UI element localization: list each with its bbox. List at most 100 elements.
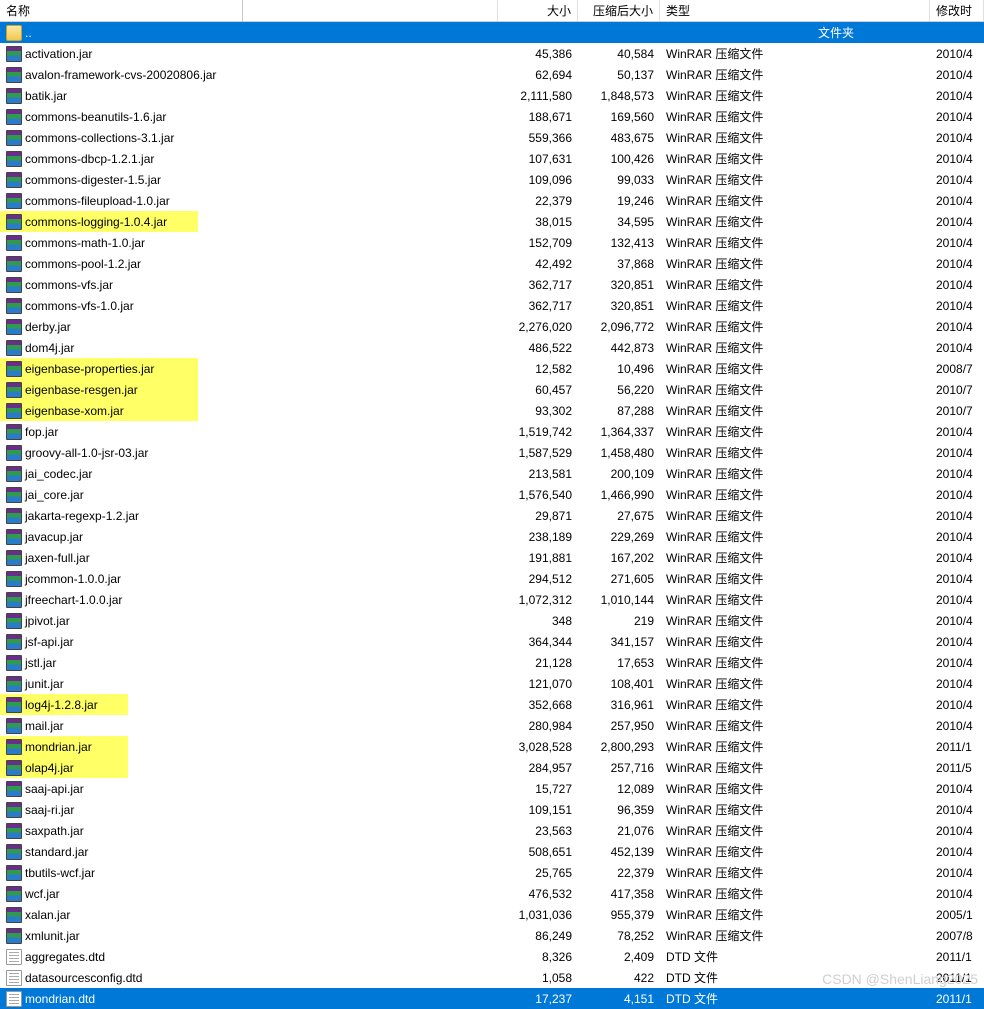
file-row[interactable]: fop.jar1,519,7421,364,337WinRAR 压缩文件2010… — [0, 421, 984, 442]
file-packed-size: 483,675 — [578, 129, 660, 147]
file-packed-size: 27,675 — [578, 507, 660, 525]
file-date: 2007/8 — [930, 927, 984, 945]
file-row[interactable]: eigenbase-xom.jar93,30287,288WinRAR 压缩文件… — [0, 400, 984, 421]
file-size: 348 — [498, 612, 578, 630]
file-row[interactable]: javacup.jar238,189229,269WinRAR 压缩文件2010… — [0, 526, 984, 547]
file-row[interactable]: saaj-api.jar15,72712,089WinRAR 压缩文件2010/… — [0, 778, 984, 799]
file-row[interactable]: xalan.jar1,031,036955,379WinRAR 压缩文件2005… — [0, 904, 984, 925]
file-type: WinRAR 压缩文件 — [660, 757, 930, 778]
file-row[interactable]: dom4j.jar486,522442,873WinRAR 压缩文件2010/4 — [0, 337, 984, 358]
file-row[interactable]: commons-digester-1.5.jar109,09699,033Win… — [0, 169, 984, 190]
file-row[interactable]: mail.jar280,984257,950WinRAR 压缩文件2010/4 — [0, 715, 984, 736]
file-row[interactable]: commons-logging-1.0.4.jar38,01534,595Win… — [0, 211, 984, 232]
file-icon — [6, 991, 22, 1007]
column-header-size[interactable]: 大小 — [498, 0, 578, 21]
file-row[interactable]: commons-beanutils-1.6.jar188,671169,560W… — [0, 106, 984, 127]
file-row[interactable]: wcf.jar476,532417,358WinRAR 压缩文件2010/4 — [0, 883, 984, 904]
file-type: WinRAR 压缩文件 — [660, 736, 930, 757]
file-row[interactable]: saaj-ri.jar109,15196,359WinRAR 压缩文件2010/… — [0, 799, 984, 820]
file-size: 1,519,742 — [498, 423, 578, 441]
file-name: saaj-api.jar — [25, 782, 84, 796]
file-type: WinRAR 压缩文件 — [660, 400, 930, 421]
column-header-date[interactable]: 修改时 — [930, 0, 984, 21]
file-size: 1,058 — [498, 969, 578, 987]
column-header-type[interactable]: 类型 — [660, 0, 930, 21]
file-type: WinRAR 压缩文件 — [660, 778, 930, 799]
file-packed-size: 10,496 — [578, 360, 660, 378]
archive-icon — [6, 319, 22, 335]
file-type: WinRAR 压缩文件 — [660, 547, 930, 568]
file-row[interactable]: standard.jar508,651452,139WinRAR 压缩文件201… — [0, 841, 984, 862]
file-row[interactable]: mondrian.jar3,028,5282,800,293WinRAR 压缩文… — [0, 736, 984, 757]
file-row[interactable]: jstl.jar21,12817,653WinRAR 压缩文件2010/4 — [0, 652, 984, 673]
file-row[interactable]: batik.jar2,111,5801,848,573WinRAR 压缩文件20… — [0, 85, 984, 106]
file-row[interactable]: activation.jar45,38640,584WinRAR 压缩文件201… — [0, 43, 984, 64]
file-row[interactable]: saxpath.jar23,56321,076WinRAR 压缩文件2010/4 — [0, 820, 984, 841]
file-row[interactable]: eigenbase-resgen.jar60,45756,220WinRAR 压… — [0, 379, 984, 400]
archive-icon — [6, 697, 22, 713]
file-type: WinRAR 压缩文件 — [660, 715, 930, 736]
file-packed-size: 4,151 — [578, 990, 660, 1008]
file-size: 62,694 — [498, 66, 578, 84]
file-name: jcommon-1.0.0.jar — [25, 572, 121, 586]
file-row[interactable]: tbutils-wcf.jar25,76522,379WinRAR 压缩文件20… — [0, 862, 984, 883]
file-row[interactable]: jsf-api.jar364,344341,157WinRAR 压缩文件2010… — [0, 631, 984, 652]
archive-icon — [6, 550, 22, 566]
file-row[interactable]: groovy-all-1.0-jsr-03.jar1,587,5291,458,… — [0, 442, 984, 463]
file-size: 294,512 — [498, 570, 578, 588]
file-row[interactable]: commons-dbcp-1.2.1.jar107,631100,426WinR… — [0, 148, 984, 169]
file-date: 2005/1 — [930, 906, 984, 924]
file-row[interactable]: jcommon-1.0.0.jar294,512271,605WinRAR 压缩… — [0, 568, 984, 589]
file-row[interactable]: aggregates.dtd8,3262,409DTD 文件2011/1 — [0, 946, 984, 967]
file-date: 2010/4 — [930, 570, 984, 588]
column-header-packed[interactable]: 压缩后大小 — [578, 0, 660, 21]
file-row[interactable]: eigenbase-properties.jar12,58210,496WinR… — [0, 358, 984, 379]
archive-icon — [6, 340, 22, 356]
file-date: 2011/5 — [930, 759, 984, 777]
file-row[interactable]: jakarta-regexp-1.2.jar29,87127,675WinRAR… — [0, 505, 984, 526]
file-row[interactable]: olap4j.jar284,957257,716WinRAR 压缩文件2011/… — [0, 757, 984, 778]
file-row[interactable]: commons-fileupload-1.0.jar22,37919,246Wi… — [0, 190, 984, 211]
file-row[interactable]: datasourcesconfig.dtd1,058422DTD 文件2011/… — [0, 967, 984, 988]
file-size: 21,128 — [498, 654, 578, 672]
file-row[interactable]: derby.jar2,276,0202,096,772WinRAR 压缩文件20… — [0, 316, 984, 337]
parent-folder-row[interactable]: .. 文件夹 — [0, 22, 984, 43]
file-row[interactable]: avalon-framework-cvs-20020806.jar62,6945… — [0, 64, 984, 85]
column-header-name[interactable]: 名称 — [0, 0, 498, 21]
file-row[interactable]: mondrian.dtd17,2374,151DTD 文件2011/1 — [0, 988, 984, 1009]
file-name: jpivot.jar — [25, 614, 70, 628]
file-type: WinRAR 压缩文件 — [660, 505, 930, 526]
file-row[interactable]: jpivot.jar348219WinRAR 压缩文件2010/4 — [0, 610, 984, 631]
file-size: 25,765 — [498, 864, 578, 882]
archive-icon — [6, 760, 22, 776]
file-row[interactable]: commons-math-1.0.jar152,709132,413WinRAR… — [0, 232, 984, 253]
file-size: 559,366 — [498, 129, 578, 147]
file-row[interactable]: jai_codec.jar213,581200,109WinRAR 压缩文件20… — [0, 463, 984, 484]
file-name: eigenbase-xom.jar — [25, 404, 124, 418]
file-row[interactable]: xmlunit.jar86,24978,252WinRAR 压缩文件2007/8 — [0, 925, 984, 946]
archive-icon — [6, 109, 22, 125]
file-row[interactable]: commons-vfs.jar362,717320,851WinRAR 压缩文件… — [0, 274, 984, 295]
file-name: tbutils-wcf.jar — [25, 866, 95, 880]
file-name: commons-math-1.0.jar — [25, 236, 145, 250]
file-packed-size: 1,848,573 — [578, 87, 660, 105]
file-packed-size: 34,595 — [578, 213, 660, 231]
file-row[interactable]: jfreechart-1.0.0.jar1,072,3121,010,144Wi… — [0, 589, 984, 610]
file-type: WinRAR 压缩文件 — [660, 694, 930, 715]
file-row[interactable]: commons-collections-3.1.jar559,366483,67… — [0, 127, 984, 148]
file-name: fop.jar — [25, 425, 58, 439]
archive-icon — [6, 718, 22, 734]
file-row[interactable]: jai_core.jar1,576,5401,466,990WinRAR 压缩文… — [0, 484, 984, 505]
file-row[interactable]: jaxen-full.jar191,881167,202WinRAR 压缩文件2… — [0, 547, 984, 568]
file-row[interactable]: log4j-1.2.8.jar352,668316,961WinRAR 压缩文件… — [0, 694, 984, 715]
file-size: 213,581 — [498, 465, 578, 483]
file-name: aggregates.dtd — [25, 950, 105, 964]
file-row[interactable]: commons-pool-1.2.jar42,49237,868WinRAR 压… — [0, 253, 984, 274]
file-name: commons-fileupload-1.0.jar — [25, 194, 170, 208]
file-row[interactable]: commons-vfs-1.0.jar362,717320,851WinRAR … — [0, 295, 984, 316]
file-size: 23,563 — [498, 822, 578, 840]
file-packed-size: 99,033 — [578, 171, 660, 189]
file-packed-size: 452,139 — [578, 843, 660, 861]
file-row[interactable]: junit.jar121,070108,401WinRAR 压缩文件2010/4 — [0, 673, 984, 694]
file-size: 238,189 — [498, 528, 578, 546]
